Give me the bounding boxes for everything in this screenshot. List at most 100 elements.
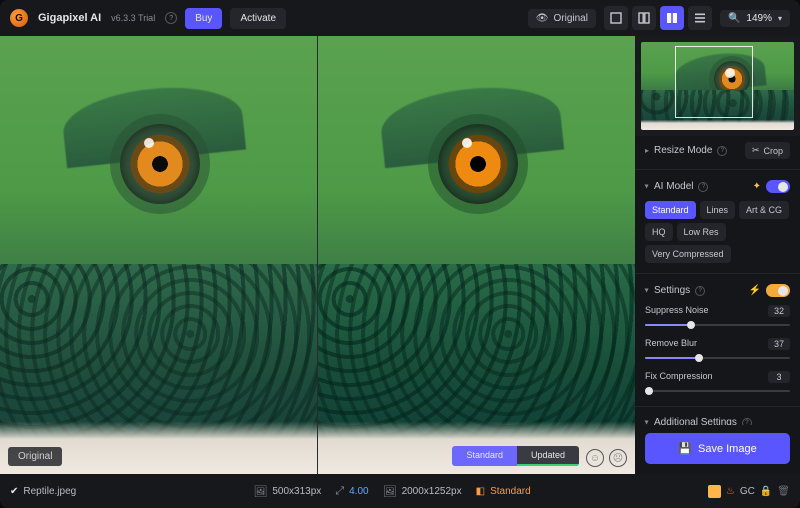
expand-icon: ⤢ [335,485,344,498]
filename-label: Reptile.jpeg [23,486,76,497]
compare-right-label: Updated [517,446,579,466]
zoom-value: 149% [746,13,772,24]
save-icon: 💾 [678,442,692,455]
view-sidebyside-button[interactable] [660,6,684,30]
chevron-down-icon: ▸ [643,184,652,188]
scale-label: 4.00 [349,486,368,497]
top-bar: G Gigapixel AI v6.3.3 Trial ? Buy Activa… [0,0,800,36]
suppress-noise-slider: Suppress Noise 32 [645,305,790,330]
buy-button[interactable]: Buy [185,8,222,29]
crop-icon: ✂ [752,145,760,156]
model-chip-lines[interactable]: Lines [700,201,736,219]
help-icon[interactable]: ? [695,286,705,296]
src-dims-label: 500x313px [272,486,321,497]
model-chip-very-compressed[interactable]: Very Compressed [645,245,731,263]
eye-icon: 👁 [536,13,549,24]
flame-icon[interactable]: ♨ [726,486,735,497]
preview-image-processed [318,36,635,474]
layers-icon: ◧ [476,486,485,497]
fix-compression-value: 3 [768,371,790,383]
chevron-right-icon: ▸ [645,146,649,155]
compare-pill[interactable]: Standard Updated [452,446,579,466]
remove-blur-label: Remove Blur [645,338,697,350]
view-list-button[interactable] [688,6,712,30]
preview-pane-original[interactable] [0,36,317,474]
zoom-control: 🔍 149% ▾ [720,10,790,27]
help-icon[interactable]: ? [717,146,727,156]
additional-settings-header[interactable]: ▸ Additional Settings ? [645,417,790,425]
feedback-bad-button[interactable]: ☹ [609,449,627,467]
panel-scroll: ▸ Resize Mode ? ✂ Crop ▸ AI Model ? ✦ [635,136,800,425]
app-title: Gigapixel AI [38,12,101,24]
feedback-row: ☺ ☹ [586,449,627,467]
color-swatch-icon[interactable] [708,485,721,498]
zoom-search-icon[interactable]: 🔍 [728,13,740,24]
wand-icon: ✦ [753,181,761,192]
model-chip-art-cg[interactable]: Art & CG [739,201,789,219]
bolt-icon: ⚡ [749,285,761,296]
square-icon [610,12,622,24]
settings-label: Settings [654,285,690,296]
navigator-thumbnail[interactable] [635,36,800,136]
ai-model-chip-row: Standard Lines Art & CG HQ Low Res Very … [645,201,790,263]
chevron-down-icon: ▸ [643,420,652,424]
feedback-good-button[interactable]: ☺ [586,449,604,467]
view-single-button[interactable] [604,6,628,30]
model-badge-label: Standard [490,486,531,497]
help-icon[interactable]: ? [742,418,752,426]
suppress-noise-label: Suppress Noise [645,305,709,317]
list-icon [694,12,706,24]
chevron-down-icon: ▸ [643,288,652,292]
remove-blur-value: 37 [768,338,790,350]
crop-label: Crop [763,146,783,156]
model-chip-standard[interactable]: Standard [645,201,696,219]
view-split-button[interactable] [632,6,656,30]
canvas[interactable]: Standard Updated ☺ ☹ Original [0,36,635,474]
ai-model-auto-toggle[interactable] [766,180,790,193]
navigator-viewport-box[interactable] [675,46,753,118]
status-scale[interactable]: ⤢ 4.00 [335,485,368,498]
image-icon: 🖼 [383,485,397,498]
status-out-dims: 🖼 2000x1252px [383,485,462,498]
fix-compression-label: Fix Compression [645,371,713,383]
app-logo-icon: G [10,9,28,27]
resize-mode-label: Resize Mode [654,145,712,156]
ai-model-section-header[interactable]: ▸ AI Model ? ✦ [645,180,790,193]
resize-mode-section[interactable]: ▸ Resize Mode ? ✂ Crop [645,142,790,159]
status-right-group: ♨ GC 🔒 🗑 [708,485,790,498]
status-model[interactable]: ◧ Standard [476,486,531,497]
chevron-down-icon[interactable]: ▾ [778,14,782,23]
preview-image-original [0,36,317,474]
original-badge: Original [8,447,62,466]
save-image-button[interactable]: 💾 Save Image [645,433,790,464]
help-icon[interactable]: ? [698,182,708,192]
suppress-noise-value: 32 [768,305,790,317]
model-chip-low-res[interactable]: Low Res [677,223,726,241]
settings-auto-toggle[interactable] [766,284,790,297]
fix-compression-track[interactable] [645,386,790,396]
trash-icon[interactable]: 🗑 [777,486,790,497]
preview-pane-processed[interactable]: Standard Updated ☺ ☹ [317,36,635,474]
app-window: G Gigapixel AI v6.3.3 Trial ? Buy Activa… [0,0,800,508]
additional-settings-label: Additional Settings [654,417,737,425]
right-panel: ▸ Resize Mode ? ✂ Crop ▸ AI Model ? ✦ [635,36,800,474]
check-icon: ✔ [10,486,18,497]
model-chip-hq[interactable]: HQ [645,223,673,241]
gc-badge[interactable]: GC [740,486,755,497]
settings-section-header[interactable]: ▸ Settings ? ⚡ [645,284,790,297]
status-filename[interactable]: ✔ Reptile.jpeg [10,486,76,497]
activate-button[interactable]: Activate [230,8,286,29]
remove-blur-slider: Remove Blur 37 [645,338,790,363]
original-toggle[interactable]: 👁 Original [528,9,596,28]
crop-button[interactable]: ✂ Crop [745,142,790,159]
original-toggle-label: Original [553,13,587,24]
split-vertical-icon [638,12,650,24]
compare-left-label: Standard [452,446,517,466]
fix-compression-slider: Fix Compression 3 [645,371,790,396]
out-dims-label: 2000x1252px [402,486,462,497]
side-by-side-icon [666,12,678,24]
remove-blur-track[interactable] [645,353,790,363]
help-icon[interactable]: ? [165,12,177,24]
suppress-noise-track[interactable] [645,320,790,330]
lock-icon[interactable]: 🔒 [760,486,772,497]
